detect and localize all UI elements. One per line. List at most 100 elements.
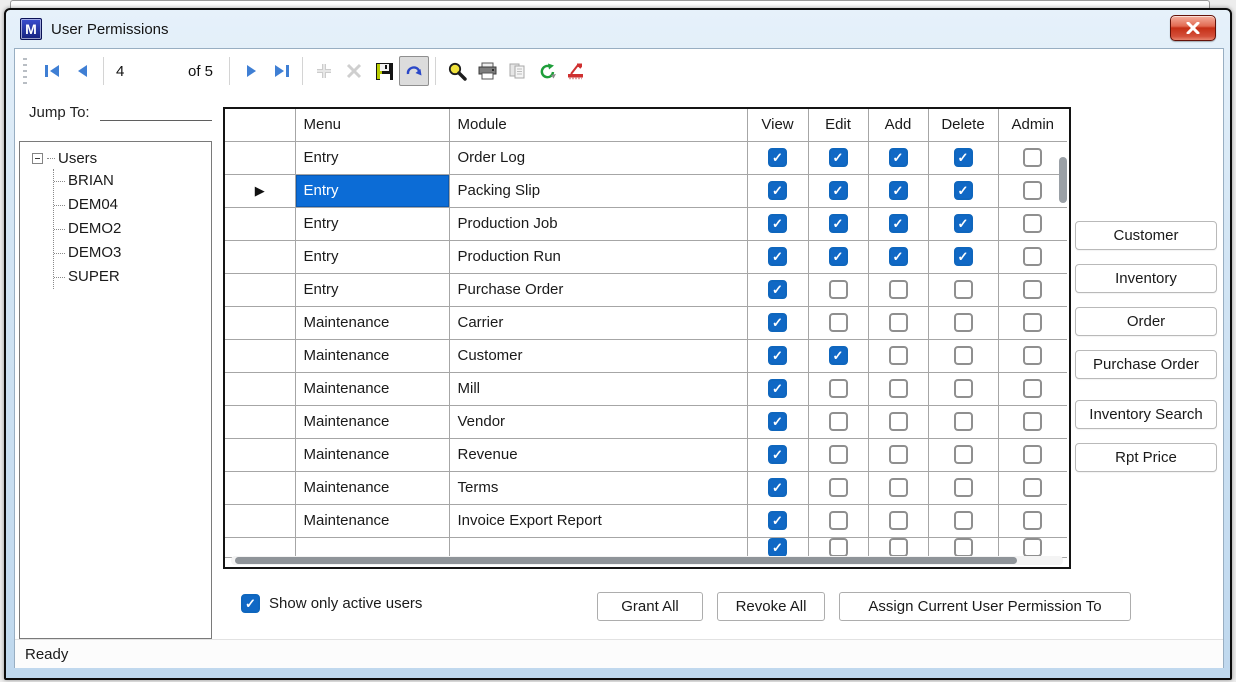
delete-cell[interactable]: ✓ (928, 240, 998, 273)
tree-node-user[interactable]: BRIAN (54, 169, 211, 193)
permission-checkbox-add[interactable] (889, 538, 908, 557)
module-cell[interactable]: Purchase Order (449, 273, 747, 306)
permission-checkbox-add[interactable] (889, 313, 908, 332)
admin-cell[interactable] (998, 405, 1067, 438)
add-cell[interactable] (868, 438, 928, 471)
permission-checkbox-edit[interactable]: ✓ (829, 247, 848, 266)
order-button[interactable]: Order (1075, 307, 1217, 336)
permission-checkbox-edit[interactable]: ✓ (829, 148, 848, 167)
row-selector[interactable] (225, 372, 295, 405)
previous-record-button[interactable] (67, 56, 97, 86)
delete-cell[interactable] (928, 405, 998, 438)
admin-cell[interactable] (998, 504, 1067, 537)
edit-cell[interactable]: ✓ (808, 339, 868, 372)
edit-cell[interactable] (808, 405, 868, 438)
vertical-scrollbar[interactable] (1059, 157, 1067, 203)
permission-checkbox-add[interactable] (889, 379, 908, 398)
admin-cell[interactable] (998, 471, 1067, 504)
permission-checkbox-delete[interactable] (954, 346, 973, 365)
permission-checkbox-admin[interactable] (1023, 214, 1042, 233)
admin-cell[interactable] (998, 306, 1067, 339)
add-cell[interactable]: ✓ (868, 240, 928, 273)
first-record-button[interactable] (37, 56, 67, 86)
inventory-button[interactable]: Inventory (1075, 264, 1217, 293)
row-selector[interactable]: ▶ (225, 174, 295, 207)
row-selector[interactable] (225, 471, 295, 504)
add-record-button[interactable] (309, 56, 339, 86)
add-cell[interactable] (868, 339, 928, 372)
permission-checkbox-view[interactable]: ✓ (768, 478, 787, 497)
close-button[interactable] (1170, 15, 1216, 41)
edit-cell[interactable] (808, 372, 868, 405)
add-cell[interactable] (868, 273, 928, 306)
add-cell[interactable]: ✓ (868, 207, 928, 240)
permission-checkbox-add[interactable]: ✓ (889, 247, 908, 266)
permission-checkbox-view[interactable]: ✓ (768, 346, 787, 365)
row-selector[interactable] (225, 537, 295, 557)
tree-node-users[interactable]: Users (32, 150, 211, 167)
admin-cell[interactable] (998, 141, 1067, 174)
menu-cell[interactable]: Maintenance (295, 405, 449, 438)
admin-cell[interactable] (998, 240, 1067, 273)
customer-button[interactable]: Customer (1075, 221, 1217, 250)
add-cell[interactable] (868, 306, 928, 339)
undo-button[interactable] (399, 56, 429, 86)
edit-cell[interactable]: ✓ (808, 174, 868, 207)
view-cell[interactable]: ✓ (747, 240, 808, 273)
view-cell[interactable]: ✓ (747, 273, 808, 306)
permission-checkbox-delete[interactable]: ✓ (954, 214, 973, 233)
view-cell[interactable]: ✓ (747, 438, 808, 471)
tree-node-user[interactable]: DEM04 (54, 193, 211, 217)
permission-checkbox-edit[interactable] (829, 313, 848, 332)
add-cell[interactable] (868, 537, 928, 557)
permission-checkbox-delete[interactable]: ✓ (954, 181, 973, 200)
permission-checkbox-edit[interactable]: ✓ (829, 346, 848, 365)
horizontal-scrollbar[interactable] (231, 556, 1063, 565)
permission-checkbox-delete[interactable]: ✓ (954, 148, 973, 167)
admin-cell[interactable] (998, 438, 1067, 471)
permission-checkbox-edit[interactable]: ✓ (829, 214, 848, 233)
assign-current-user-permission-button[interactable]: Assign Current User Permission To (839, 592, 1131, 621)
jump-to-input[interactable] (100, 103, 212, 121)
delete-cell[interactable] (928, 273, 998, 306)
permission-checkbox-view[interactable]: ✓ (768, 247, 787, 266)
copy-button[interactable] (502, 56, 532, 86)
tree-node-user[interactable]: SUPER (54, 265, 211, 289)
edit-cell[interactable]: ✓ (808, 207, 868, 240)
permission-checkbox-add[interactable] (889, 445, 908, 464)
next-record-button[interactable] (236, 56, 266, 86)
grant-all-button[interactable]: Grant All (597, 592, 703, 621)
row-selector[interactable] (225, 207, 295, 240)
permission-checkbox-admin[interactable] (1023, 511, 1042, 530)
admin-cell[interactable] (998, 339, 1067, 372)
module-cell[interactable]: Packing Slip (449, 174, 747, 207)
delete-cell[interactable] (928, 471, 998, 504)
permission-checkbox-view[interactable]: ✓ (768, 280, 787, 299)
column-header-menu[interactable]: Menu (295, 109, 449, 141)
module-cell[interactable]: Carrier (449, 306, 747, 339)
delete-cell[interactable] (928, 339, 998, 372)
row-selector[interactable] (225, 339, 295, 372)
delete-cell[interactable] (928, 504, 998, 537)
edit-cell[interactable] (808, 537, 868, 557)
permission-checkbox-view[interactable]: ✓ (768, 445, 787, 464)
title-bar[interactable]: M User Permissions (6, 10, 1230, 48)
delete-cell[interactable] (928, 372, 998, 405)
menu-cell[interactable]: Maintenance (295, 306, 449, 339)
permission-checkbox-edit[interactable] (829, 511, 848, 530)
refresh-button[interactable] (532, 56, 562, 86)
permission-checkbox-edit[interactable] (829, 280, 848, 299)
row-selector[interactable] (225, 141, 295, 174)
permission-checkbox-admin[interactable] (1023, 181, 1042, 200)
permission-checkbox-delete[interactable] (954, 412, 973, 431)
add-cell[interactable] (868, 372, 928, 405)
permission-checkbox-view[interactable]: ✓ (768, 412, 787, 431)
permission-checkbox-add[interactable] (889, 280, 908, 299)
module-cell[interactable]: Mill (449, 372, 747, 405)
view-cell[interactable]: ✓ (747, 504, 808, 537)
permission-checkbox-view[interactable]: ✓ (768, 511, 787, 530)
delete-cell[interactable]: ✓ (928, 141, 998, 174)
admin-cell[interactable] (998, 372, 1067, 405)
collapse-icon[interactable] (32, 153, 43, 164)
permission-checkbox-edit[interactable] (829, 538, 848, 557)
